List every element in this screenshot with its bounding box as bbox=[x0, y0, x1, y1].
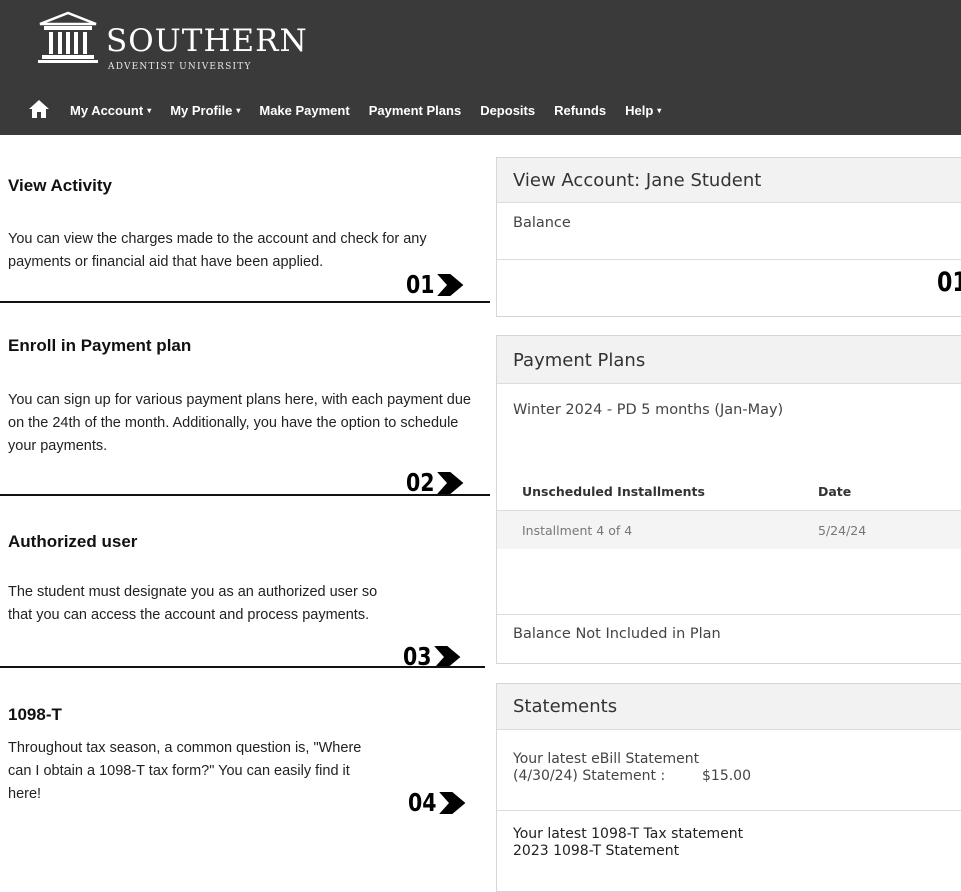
section-divider bbox=[0, 301, 490, 303]
view-account-panel: View Account: Jane Student Balance 01 bbox=[496, 157, 961, 317]
building-logo-icon bbox=[38, 11, 98, 63]
nav-make-payment-label: Make Payment bbox=[259, 102, 350, 118]
panel-header: Statements bbox=[497, 684, 961, 730]
balance-label: Balance bbox=[513, 215, 571, 231]
nav-my-account-label: My Account bbox=[70, 102, 144, 118]
step-number: 01 bbox=[406, 270, 435, 299]
nav-help-label: Help bbox=[625, 102, 654, 118]
step-number: 04 bbox=[408, 788, 437, 817]
step-marker-02: 02 bbox=[406, 468, 464, 497]
chevron-down-icon: ▾ bbox=[236, 105, 241, 115]
section-text-payment-plan: You can sign up for various payment plan… bbox=[8, 392, 471, 454]
section-divider bbox=[0, 666, 485, 668]
nav-my-profile[interactable]: My Profile ▾ bbox=[170, 103, 240, 118]
logo-name: SOUTHERN bbox=[106, 23, 308, 59]
instructions-column: View Activity You can view the charges m… bbox=[0, 135, 495, 892]
payment-plans-panel: Payment Plans Winter 2024 - PD 5 months … bbox=[496, 335, 961, 664]
logo-subtitle: ADVENTIST UNIVERSITY bbox=[108, 62, 252, 72]
installment-cell: Installment 4 of 4 bbox=[522, 523, 633, 538]
table-header-installments: Unscheduled Installments bbox=[522, 484, 705, 499]
ebill-amount: $15.00 bbox=[702, 768, 751, 784]
panel-title: View Account: Jane Student bbox=[513, 170, 762, 191]
panel-divider bbox=[497, 259, 961, 260]
home-icon bbox=[29, 100, 49, 118]
table-header-date: Date bbox=[818, 484, 852, 499]
statements-panel: Statements Your latest eBill Statement (… bbox=[496, 683, 961, 892]
panel-divider bbox=[497, 810, 961, 811]
arrow-right-icon bbox=[436, 471, 464, 494]
nav-my-account[interactable]: My Account ▾ bbox=[70, 103, 151, 118]
nav-deposits-label: Deposits bbox=[480, 102, 536, 118]
nav-refunds-label: Refunds bbox=[554, 102, 607, 118]
tax-statement-link[interactable]: 2023 1098-T Statement bbox=[513, 843, 679, 860]
balance-not-included: Balance Not Included in Plan bbox=[513, 626, 721, 642]
panel-header: View Account: Jane Student bbox=[497, 158, 961, 203]
step-marker-04: 04 bbox=[408, 788, 466, 817]
nav-my-profile-label: My Profile bbox=[170, 102, 233, 118]
section-title-authorized-user: Authorized user bbox=[8, 532, 138, 551]
nav-make-payment[interactable]: Make Payment bbox=[259, 103, 349, 118]
section-divider bbox=[0, 494, 490, 496]
panel-title: Statements bbox=[513, 696, 618, 717]
nav-help[interactable]: Help ▾ bbox=[625, 103, 661, 118]
nav-menu: My Account ▾ My Profile ▾ Make Payment Pay… bbox=[70, 96, 680, 124]
ebill-statement-line[interactable]: Your latest eBill Statement bbox=[513, 751, 699, 768]
site-header: SOUTHERN ADVENTIST UNIVERSITY My Account… bbox=[0, 0, 961, 135]
ebill-statement-date[interactable]: (4/30/24) Statement : bbox=[513, 768, 665, 785]
home-button[interactable] bbox=[28, 99, 50, 119]
section-title-view-activity: View Activity bbox=[8, 176, 112, 195]
tax-statement-line[interactable]: Your latest 1098-T Tax statement bbox=[513, 826, 743, 843]
plan-name[interactable]: Winter 2024 - PD 5 months (Jan-May) bbox=[513, 402, 783, 418]
arrow-right-icon bbox=[438, 791, 466, 814]
date-cell: 5/24/24 bbox=[818, 523, 867, 538]
step-number: 02 bbox=[406, 468, 435, 497]
main-nav: My Account ▾ My Profile ▾ Make Payment Pay… bbox=[0, 96, 961, 126]
section-title-payment-plan: Enroll in Payment plan bbox=[8, 336, 192, 355]
nav-payment-plans-label: Payment Plans bbox=[368, 102, 462, 118]
arrow-right-icon bbox=[433, 645, 461, 668]
step-marker-01-overlay: 01 bbox=[937, 267, 961, 298]
section-title-1098t: 1098-T bbox=[8, 705, 62, 724]
nav-refunds[interactable]: Refunds bbox=[554, 103, 606, 118]
chevron-down-icon: ▾ bbox=[657, 105, 662, 115]
university-logo[interactable]: SOUTHERN ADVENTIST UNIVERSITY bbox=[36, 10, 307, 76]
panel-title: Payment Plans bbox=[513, 350, 646, 371]
section-text-1098t: Throughout tax season, a common question… bbox=[8, 740, 362, 802]
panel-header: Payment Plans bbox=[497, 336, 961, 384]
chevron-down-icon: ▾ bbox=[147, 105, 152, 115]
step-marker-01: 01 bbox=[406, 270, 464, 299]
nav-deposits[interactable]: Deposits bbox=[480, 103, 535, 118]
section-text-view-activity: You can view the charges made to the acc… bbox=[8, 231, 427, 270]
section-text-authorized-user: The student must designate you as an aut… bbox=[8, 584, 378, 623]
panel-divider bbox=[497, 614, 961, 615]
table-row: Installment 4 of 4 5/24/24 bbox=[497, 511, 961, 549]
arrow-right-icon bbox=[436, 273, 464, 296]
nav-payment-plans[interactable]: Payment Plans bbox=[369, 103, 462, 118]
